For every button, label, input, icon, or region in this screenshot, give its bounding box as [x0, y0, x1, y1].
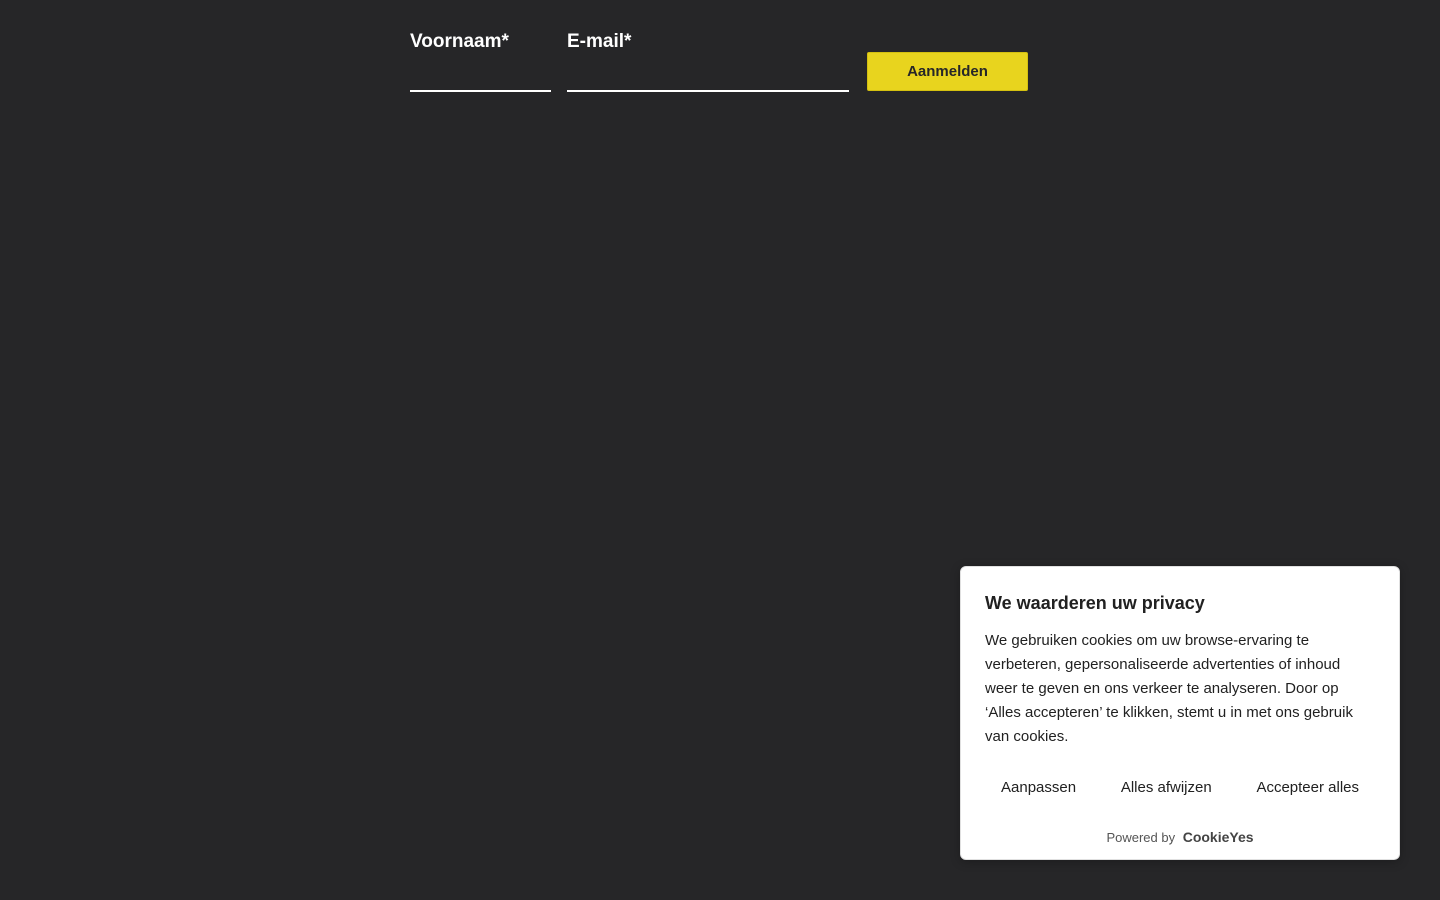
cookie-powered-by: Powered by CookieYes [961, 829, 1399, 845]
cookie-banner-title: We waarderen uw privacy [985, 593, 1205, 613]
cookie-accept-all-button[interactable]: Accepteer alles [1256, 775, 1359, 800]
signup-submit-button[interactable]: Aanmelden [867, 52, 1028, 91]
page: Voornaam* E-mail* Aanmelden We waarderen… [0, 0, 1440, 900]
newsletter-signup-form: Voornaam* E-mail* Aanmelden [410, 30, 1028, 92]
email-field-group: E-mail* [567, 30, 849, 92]
cookie-banner-description: We gebruiken cookies om uw browse-ervari… [985, 632, 1353, 745]
cookie-customize-button[interactable]: Aanpassen [1001, 775, 1076, 800]
email-label: E-mail* [567, 31, 632, 52]
email-input[interactable] [567, 66, 849, 92]
powered-by-text: Powered by [1106, 830, 1176, 845]
cookieyes-logo[interactable]: CookieYes [1183, 829, 1254, 845]
firstname-input[interactable] [410, 66, 551, 92]
cookie-banner-actions: Aanpassen Alles afwijzen Accepteer alles [985, 775, 1375, 800]
cookie-reject-all-button[interactable]: Alles afwijzen [1121, 775, 1212, 800]
firstname-field-group: Voornaam* [410, 30, 551, 92]
cookie-consent-banner: We waarderen uw privacy We gebruiken coo… [960, 566, 1400, 860]
firstname-label: Voornaam* [410, 31, 509, 52]
